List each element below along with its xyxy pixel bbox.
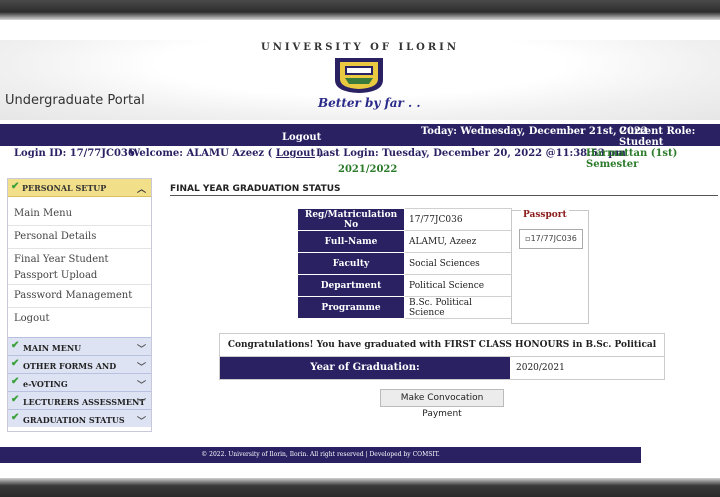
chevron-down-icon: ﹀ — [136, 381, 146, 391]
section-label: GRADUATION STATUS — [23, 415, 125, 425]
footer: © 2022. University of Ilorin, Ilorin. Al… — [0, 447, 641, 463]
sidebar-personal-setup-header[interactable]: ✔ PERSONAL SETUP ︿ — [8, 179, 151, 197]
row-label: Programme — [297, 296, 405, 319]
sidebar-item-main-menu[interactable]: Main Menu — [8, 203, 151, 226]
sidebar-header-label: PERSONAL SETUP — [22, 183, 107, 193]
row-value: B.Sc. Political Science — [404, 296, 512, 319]
chevron-down-icon: ﹀ — [136, 399, 146, 409]
check-icon: ✔ — [11, 181, 20, 192]
row-label: Full-Name — [297, 230, 405, 253]
row-value: Social Sciences — [404, 252, 512, 275]
check-icon: ✔ — [11, 358, 20, 369]
welcome-logout-link[interactable]: Logout — [276, 148, 315, 159]
semester: Harmattan (1st) Semester — [586, 148, 678, 170]
sidebar-section-other-forms[interactable]: ✔ OTHER FORMS AND PAYMENTS ﹀ — [8, 355, 151, 373]
sidebar-item-logout[interactable]: Logout — [8, 308, 151, 330]
graduation-message: Congratulations! You have graduated with… — [219, 333, 665, 372]
login-id: Login ID: 17/77JC036 — [14, 148, 135, 159]
sidebar-item-personal-details[interactable]: Personal Details — [8, 226, 151, 249]
chevron-up-icon: ︿ — [136, 185, 146, 195]
check-icon: ✔ — [11, 394, 20, 405]
sidebar-section-lecturers-assessment[interactable]: ✔ LECTURERS ASSESSMENT ﹀ — [8, 391, 151, 409]
university-crest-icon — [335, 58, 383, 93]
row-label: Department — [297, 274, 405, 297]
session: 2021/2022 — [338, 164, 398, 175]
table-row: Reg/Matriculation No 17/77JC036 — [297, 208, 512, 231]
welcome-label: Welcome: ALAMU Azeez ( — [129, 148, 273, 159]
graduation-year-value: 2020/2021 — [516, 363, 565, 373]
table-row: Full-Name ALAMU, Azeez — [297, 230, 512, 253]
row-value: Political Science — [404, 274, 512, 297]
section-label: e-VOTING — [23, 379, 68, 389]
sidebar-item-passport-upload[interactable]: Final Year Student Passport Upload — [8, 249, 151, 285]
chevron-down-icon: ﹀ — [136, 417, 146, 427]
sidebar: ✔ PERSONAL SETUP ︿ Main Menu Personal De… — [7, 178, 152, 432]
table-row: Programme B.Sc. Political Science — [297, 296, 512, 319]
check-icon: ✔ — [11, 376, 20, 387]
table-row: Department Political Science — [297, 274, 512, 297]
top-nav-bar: Logout Today: Wednesday, December 21st, … — [0, 124, 720, 148]
nav-logout-link[interactable]: Logout — [282, 132, 321, 143]
section-label: MAIN MENU — [23, 343, 82, 353]
portal-title: Undergraduate Portal — [5, 93, 145, 108]
current-role: Current Role: Student — [619, 126, 696, 148]
today-date: Today: Wednesday, December 21st, 2022 — [421, 126, 648, 137]
welcome-text: Welcome: ALAMU Azeez ( Logout ) — [129, 148, 323, 159]
sidebar-section-graduation-status[interactable]: ✔ GRADUATION STATUS ﹀ — [8, 409, 151, 427]
university-motto: Better by far . . — [318, 96, 421, 110]
passport-box: Passport ▫17/77JC036 — [511, 210, 589, 324]
section-label: LECTURERS ASSESSMENT — [23, 397, 146, 407]
window-top-bar — [0, 0, 720, 20]
window-bottom-bar — [0, 478, 720, 497]
row-value: ALAMU, Azeez — [404, 230, 512, 253]
chevron-down-icon: ﹀ — [136, 363, 146, 373]
passport-photo: ▫17/77JC036 — [519, 229, 583, 249]
make-convocation-payment-button[interactable]: Make Convocation Payment — [380, 389, 504, 419]
last-login: Last Login: Tuesday, December 20, 2022 @… — [316, 148, 626, 159]
section-label: OTHER FORMS AND PAYMENTS — [23, 361, 117, 373]
graduation-year-row: Year of Graduation: 2020/2021 — [219, 356, 665, 380]
university-name: UNIVERSITY OF ILORIN — [260, 42, 460, 53]
row-label: Faculty — [297, 252, 405, 275]
check-icon: ✔ — [11, 412, 20, 423]
sidebar-section-e-voting[interactable]: ✔ e-VOTING ﹀ — [8, 373, 151, 391]
student-info-table: Reg/Matriculation No 17/77JC036 Full-Nam… — [297, 208, 512, 319]
page-title: FINAL YEAR GRADUATION STATUS — [170, 184, 341, 194]
row-value: 17/77JC036 — [404, 208, 512, 231]
graduation-year-label: Year of Graduation: — [220, 357, 510, 379]
passport-alt-text: 17/77JC036 — [530, 234, 577, 243]
table-row: Faculty Social Sciences — [297, 252, 512, 275]
title-divider — [170, 195, 718, 196]
passport-legend: Passport — [521, 210, 569, 220]
sidebar-section-main-menu[interactable]: ✔ MAIN MENU ﹀ — [8, 337, 151, 355]
row-label: Reg/Matriculation No — [297, 208, 405, 231]
check-icon: ✔ — [11, 340, 20, 351]
chevron-down-icon: ﹀ — [136, 345, 146, 355]
sidebar-item-password-management[interactable]: Password Management — [8, 285, 151, 308]
